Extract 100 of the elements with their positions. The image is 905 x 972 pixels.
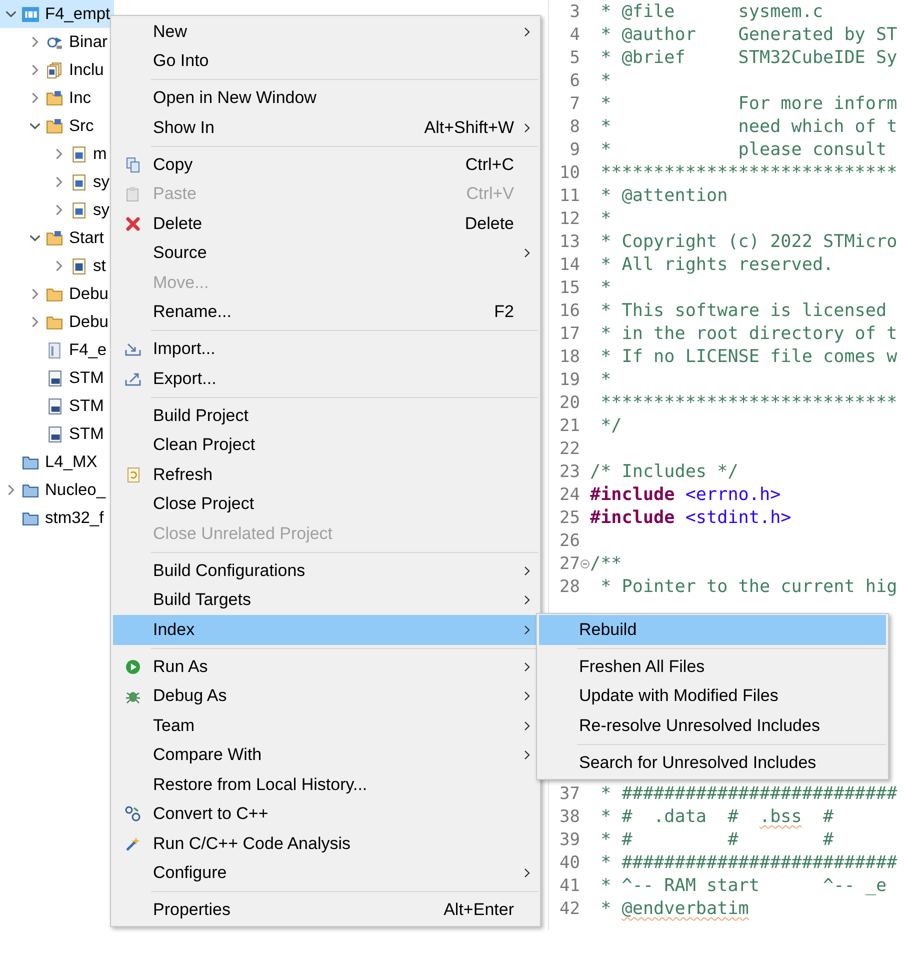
line-number: 39 [560,830,580,850]
tree-item[interactable]: F4_e [0,336,111,364]
export-icon [125,370,141,387]
menu-item[interactable]: Compare With [113,740,538,770]
code-line: /* Includes */ [590,462,738,482]
ld-file-icon [46,398,63,414]
source-folder-icon [46,230,63,246]
menu-item[interactable]: Go Into [113,46,538,76]
c-file-icon [70,174,87,190]
tree-item[interactable]: Debu [0,308,112,336]
menu-item[interactable]: Delete Delete [113,209,538,238]
code-line: * ^-- RAM start ^-- _e [600,876,887,896]
code-line: * If no LICENSE file comes w [600,346,898,366]
tree-item[interactable]: st [0,252,110,280]
code-line: * need which of t [600,116,898,136]
shortcut-text: Delete [464,214,514,234]
code-line: * @brief STM32CubeIDE Sy [600,48,898,68]
menu-item[interactable]: Restore from Local History... [113,770,538,800]
tree-item[interactable]: Inclu [0,56,108,84]
menu-item[interactable]: Refresh [113,460,538,490]
line-number: 14 [560,254,580,274]
shortcut-text: Alt+Enter [444,900,514,920]
line-number: 20 [560,392,580,412]
code-line: */ [600,416,622,436]
line-number: 3 [570,2,580,22]
convert-icon [125,806,141,822]
line-number: 13 [560,232,580,252]
folder-icon [46,314,63,330]
code-line: * [600,70,612,90]
menu-item[interactable]: Build Targets [113,586,538,615]
code-line: * ########################## [600,852,898,872]
menu-item[interactable]: Export... [113,364,538,394]
wand-icon [125,836,141,852]
import-icon [125,341,141,358]
menu-item[interactable]: Build Project [113,401,538,430]
menu-item[interactable]: Team [113,711,538,740]
code-line: /** [590,554,622,574]
menu-item[interactable]: Clean Project [113,430,538,460]
menu-item[interactable]: New [113,17,538,46]
code-line: * please consult [600,140,887,160]
line-number: 25 [560,508,580,528]
code-line: * All rights reserved. [600,254,834,274]
line-number: 37 [560,784,580,804]
code-line: * # # # [600,830,834,850]
ld-file-icon [46,426,63,442]
closed-project-icon [22,482,39,498]
menu-item[interactable]: Open in New Window [113,84,538,113]
code-line: * @attention [600,186,728,206]
tree-item[interactable]: L4_MX [0,448,102,476]
line-number: 6 [570,70,580,90]
shortcut-text: Ctrl+C [465,154,514,175]
menu-item[interactable]: Run C/C++ Code Analysis [113,829,538,858]
shortcut-text: Alt+Shift+W [424,118,514,138]
code-line: * # .data # .bss # [600,806,834,826]
code-line: * [600,370,612,390]
tree-item[interactable]: STM [0,364,108,392]
refresh-icon [125,466,141,483]
menu-item[interactable]: Close Project [113,490,538,519]
menu-item[interactable]: Freshen All Files [539,652,886,682]
line-number: 18 [560,346,580,366]
menu-item[interactable]: Import... [113,334,538,364]
tree-item[interactable]: F4_empt [0,0,114,28]
tree-item[interactable]: sy [0,196,114,224]
line-number: 15 [560,278,580,298]
c-file-icon [70,146,87,162]
menu-item[interactable]: Configure [113,858,538,888]
menu-item[interactable]: Index [113,615,538,644]
line-number: 40 [560,852,580,872]
menu-item[interactable]: Copy Ctrl+C [113,150,538,180]
fold-icon[interactable] [580,558,590,568]
tree-item[interactable]: Start [0,224,108,252]
menu-item[interactable]: Show In Alt+Shift+W [113,113,538,142]
tree-item[interactable]: Nucleo_ [0,476,110,504]
code-line: **************************** [600,392,898,412]
line-number: 8 [570,116,580,136]
tree-item[interactable]: Inc [0,84,96,112]
shortcut-text: Ctrl+V [466,184,514,204]
tree-item[interactable]: STM [0,420,108,448]
tree-item[interactable]: stm32_f [0,504,108,532]
menu-item[interactable]: Build Configurations [113,556,538,586]
menu-item[interactable]: Convert to C++ [113,800,538,829]
menu-item[interactable]: Properties Alt+Enter [113,896,538,925]
menu-item[interactable]: Search for Unresolved Includes [539,748,886,778]
tree-item[interactable]: m [0,140,111,168]
tree-item[interactable]: sy [0,168,114,196]
menu-item[interactable]: Update with Modified Files [539,682,886,711]
tree-item[interactable]: STM [0,392,108,420]
line-number: 17 [560,324,580,344]
menu-item[interactable]: Debug As [113,682,538,711]
tree-item[interactable]: Binar [0,28,112,56]
menu-item[interactable]: Source [113,238,538,268]
project-icon [22,6,39,22]
tree-item[interactable]: Src [0,112,98,140]
menu-item[interactable]: Rename... F2 [113,298,538,327]
menu-item[interactable]: Run As [113,652,538,682]
menu-item[interactable]: Rebuild [539,615,886,644]
menu-item[interactable]: Re-resolve Unresolved Includes [539,711,886,740]
tree-item[interactable]: Debu [0,280,112,308]
code-line: * Pointer to the current hig [600,576,898,596]
ld-file-icon [46,370,63,386]
